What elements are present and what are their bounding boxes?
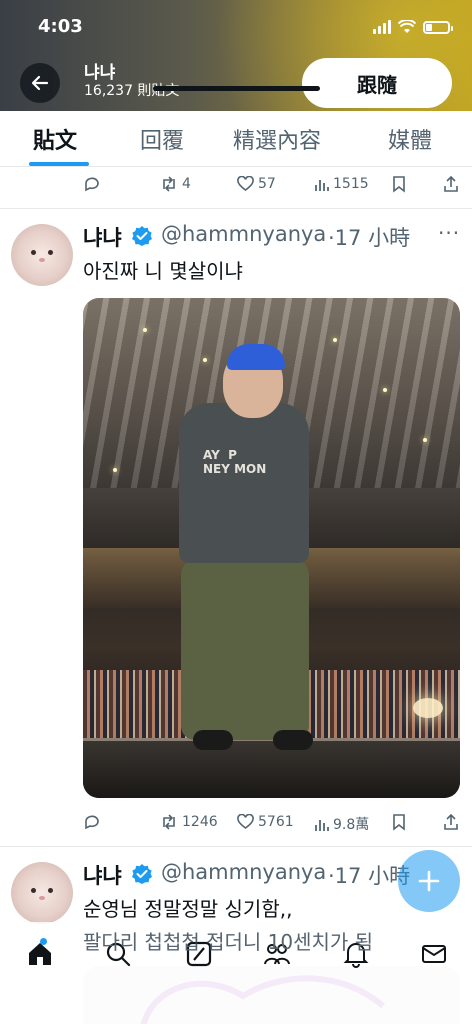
compose-button[interactable] xyxy=(398,850,460,912)
shirt-print-text: AY P NEY MON xyxy=(203,448,267,476)
views-count: 1515 xyxy=(333,176,369,192)
tab-highlights[interactable]: 精選內容 xyxy=(233,123,321,155)
back-arrow-icon xyxy=(31,75,49,91)
retweet-button[interactable]: 1246 xyxy=(160,814,218,830)
like-count: 57 xyxy=(258,176,276,192)
more-icon[interactable]: ··· xyxy=(438,221,460,245)
like-icon xyxy=(237,176,254,191)
reply-button[interactable] xyxy=(83,176,104,192)
tweet-photo[interactable]: AY P NEY MON xyxy=(83,298,460,798)
like-count: 5761 xyxy=(258,814,294,830)
like-button[interactable]: 57 xyxy=(237,176,276,192)
status-time: 4:03 xyxy=(38,16,83,37)
tweet-author-handle[interactable]: @hammnyanya xyxy=(161,222,326,246)
share-button[interactable] xyxy=(443,176,459,193)
views-button[interactable]: 9.8萬 xyxy=(314,814,369,834)
tweet-author-name[interactable]: 냐냐 xyxy=(83,222,122,252)
views-icon xyxy=(315,819,329,831)
follow-button[interactable]: 跟隨 xyxy=(302,58,452,108)
profile-tabs: 貼文 回覆 精選內容 媒體 xyxy=(0,111,472,167)
compose-plus-icon xyxy=(418,870,440,892)
reply-button[interactable] xyxy=(83,814,104,830)
home-indicator xyxy=(153,86,320,91)
tab-posts[interactable]: 貼文 xyxy=(33,123,77,155)
home-icon[interactable] xyxy=(26,940,54,968)
share-button[interactable] xyxy=(443,814,459,831)
tweet-author-handle[interactable]: @hammnyanya xyxy=(161,860,326,884)
tweet-actions: 1246 5761 9.8萬 xyxy=(0,810,472,840)
retweet-count: 4 xyxy=(182,176,191,192)
retweet-icon xyxy=(163,814,175,830)
home-notification-dot xyxy=(40,938,47,945)
prev-tweet-actions: 4 57 1515 xyxy=(0,172,472,202)
verified-icon xyxy=(132,226,152,246)
wifi-icon xyxy=(398,20,416,33)
share-icon xyxy=(444,176,458,192)
cellular-signal-icon xyxy=(373,20,391,34)
back-button[interactable] xyxy=(20,63,60,103)
avatar[interactable] xyxy=(11,224,73,286)
reply-icon xyxy=(85,177,99,192)
bookmark-icon xyxy=(393,814,405,831)
bookmark-icon xyxy=(393,176,405,193)
like-button[interactable]: 5761 xyxy=(237,814,294,830)
active-tab-indicator xyxy=(29,162,89,166)
tab-replies[interactable]: 回覆 xyxy=(140,123,184,155)
messages-icon[interactable] xyxy=(420,940,448,968)
bookmark-button[interactable] xyxy=(392,814,406,831)
tweet-author-name[interactable]: 냐냐 xyxy=(83,860,122,890)
tweet-time[interactable]: ·17 小時 xyxy=(328,222,410,252)
tweet-text: 아진짜 니 몇살이냐 xyxy=(83,259,243,283)
views-count: 9.8萬 xyxy=(333,817,370,833)
reply-icon xyxy=(85,815,99,830)
tweet-text-line: 팔다리 첩첩첩 접더니 10센치가 됨 xyxy=(83,930,374,954)
retweet-button[interactable]: 4 xyxy=(160,176,191,192)
tweet-divider xyxy=(0,846,472,847)
bookmark-button[interactable] xyxy=(392,176,406,193)
retweet-count: 1246 xyxy=(182,814,218,830)
tweet-text-line: 순영님 정말정말 싱기함,, xyxy=(83,897,293,921)
tweet-divider xyxy=(0,208,472,209)
retweet-icon xyxy=(163,176,175,192)
battery-icon xyxy=(423,20,453,34)
share-icon xyxy=(444,814,458,830)
avatar[interactable] xyxy=(11,862,73,924)
verified-icon xyxy=(132,864,152,884)
status-bar: 4:03 xyxy=(0,14,472,44)
views-icon xyxy=(315,179,329,191)
like-icon xyxy=(237,814,254,829)
tab-media[interactable]: 媒體 xyxy=(388,123,432,155)
views-button[interactable]: 1515 xyxy=(314,176,369,192)
